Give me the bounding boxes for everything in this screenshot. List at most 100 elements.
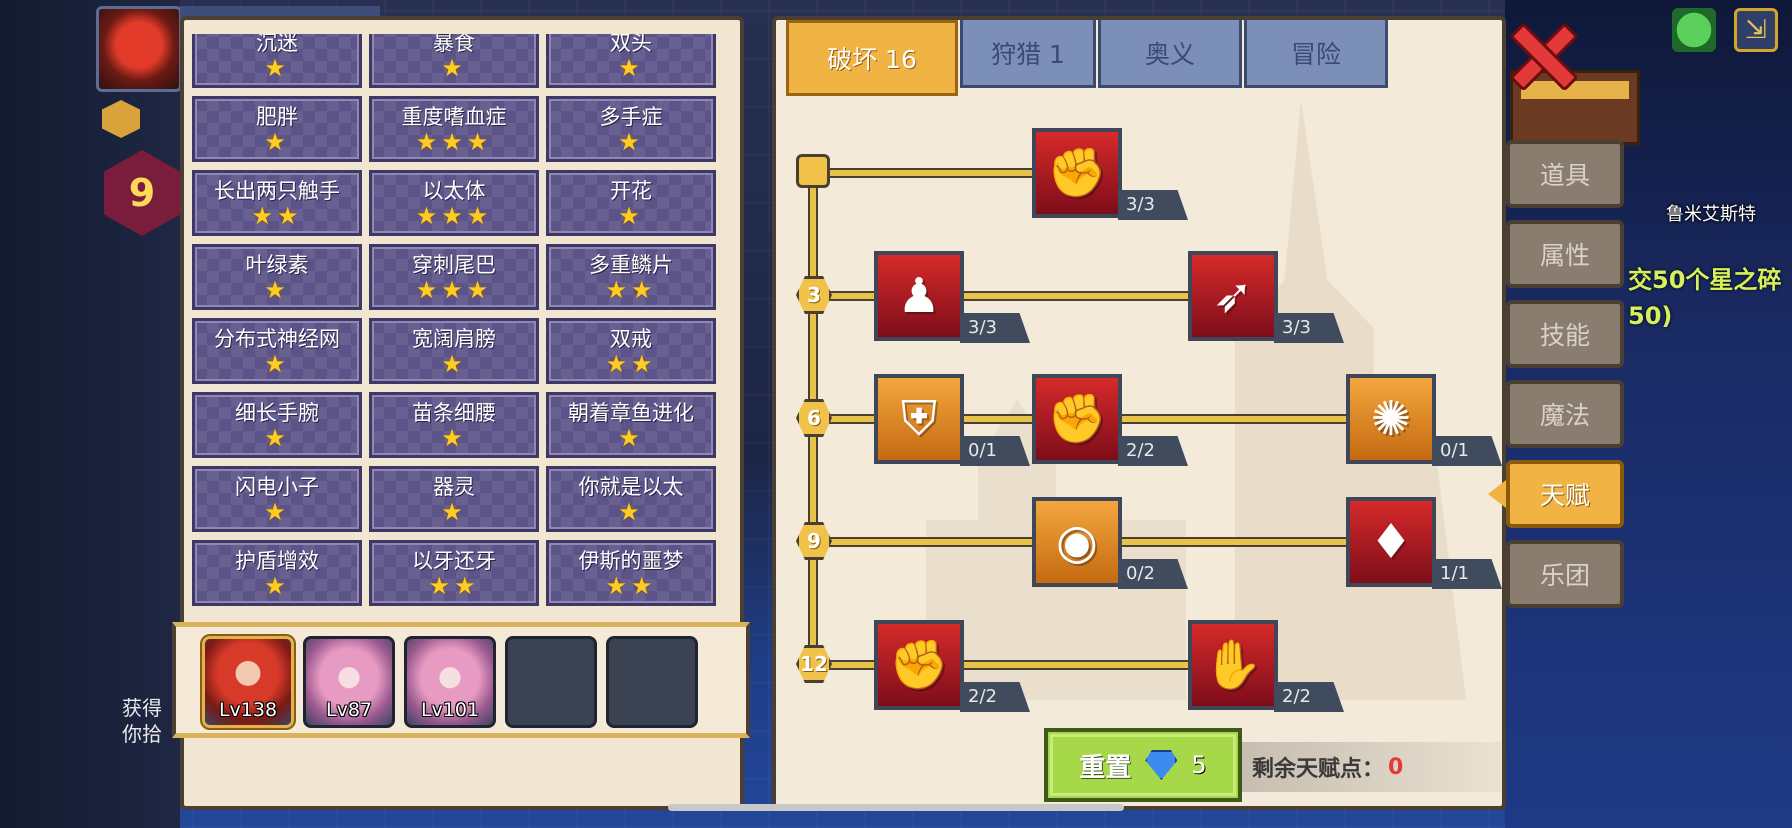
remaining-value: 0 [1388,754,1404,780]
trait-name: 朝着章鱼进化 [568,401,694,425]
trait-card[interactable]: 你就是以太 ★ [546,466,716,532]
star-rating: ★★ [605,572,657,600]
trait-card[interactable]: 长出两只触手 ★★ [192,170,362,236]
party-slot[interactable]: Lv87 [303,636,395,728]
trait-card[interactable]: 分布式神经网 ★ [192,318,362,384]
tab-hunt[interactable]: 狩猎 1 [960,20,1096,88]
talent-panel: 破坏 16 狩猎 1 奥义 冒险 3 6 9 12 ✊ 3/3 ♟ 3/3 ➶ … [772,16,1506,810]
trait-card[interactable]: 重度嗜血症 ★★★ [369,96,539,162]
skill-count: 0/1 [960,436,1030,466]
trait-card[interactable]: 宽阔肩膀 ★ [369,318,539,384]
close-icon[interactable] [1508,22,1570,84]
skill-count: 2/2 [1118,436,1188,466]
globe-icon[interactable] [1672,8,1716,52]
tab-destroy[interactable]: 破坏 16 [786,20,958,96]
trait-name: 多手症 [599,105,663,129]
menu-talent[interactable]: 天赋 [1488,460,1624,528]
menu-band[interactable]: 乐团 [1506,540,1624,608]
quest-line: 交50个星之碎 [1628,266,1782,294]
trait-card[interactable]: 苗条细腰 ★ [369,392,539,458]
pickup-message-line: 你拾 [122,722,162,746]
skill-count: 0/1 [1432,436,1502,466]
punch-icon[interactable]: ✊ [1032,374,1122,464]
party-slot[interactable]: Lv138 [200,634,296,730]
trait-card[interactable]: 多手症 ★ [546,96,716,162]
menu-magic[interactable]: 魔法 [1506,380,1624,448]
tier-node: 3 [796,276,832,314]
party-slot-empty[interactable] [606,636,698,728]
star-rating: ★ [264,276,290,304]
trait-name: 你就是以太 [578,475,684,499]
menu-items[interactable]: 道具 [1506,140,1624,208]
skill-glyph: ✋ [1203,637,1263,693]
skill-glyph: ♦ [1369,514,1413,570]
trait-card[interactable]: 朝着章鱼进化 ★ [546,392,716,458]
menu-attributes[interactable]: 属性 [1506,220,1624,288]
trait-card[interactable]: 以太体 ★★★ [369,170,539,236]
quest-tracker[interactable]: 交50个星之碎 50) [1628,262,1781,334]
reset-button[interactable]: 重置 5 [1044,728,1242,802]
party-slot-empty[interactable] [505,636,597,728]
skill-glyph: ➶ [1212,268,1254,324]
home-indicator[interactable] [668,804,1124,811]
party-slot[interactable]: Lv101 [404,636,496,728]
menu-skills[interactable]: 技能 [1506,300,1624,368]
star-rating: ★ [441,350,467,378]
trait-name: 伊斯的噩梦 [578,549,684,573]
gem-icon [1145,750,1178,780]
tier-node: 9 [796,522,832,560]
gem-cost: 5 [1191,751,1207,779]
trait-card[interactable]: 以牙还牙 ★★ [369,540,539,606]
trait-card[interactable]: 开花 ★ [546,170,716,236]
trait-card[interactable]: 暴食 ★ [369,34,539,88]
exit-icon[interactable]: ⇲ [1734,8,1778,52]
trait-card[interactable]: 细长手腕 ★ [192,392,362,458]
open-palm-icon[interactable]: ✋ [1188,620,1278,710]
traits-scroll-area[interactable]: 沉迷 ★ 暴食 ★ 双头 ★ 肥胖 ★ 重度嗜血症 ★★★ 多手症 ★ 长出两只触手 ★★ 以太体 ★★★ 开花… [192,34,732,624]
trait-name: 以太体 [422,179,486,203]
trait-card[interactable]: 器灵 ★ [369,466,539,532]
skill-glyph: ⛨ [900,391,937,447]
trait-card[interactable]: 肥胖 ★ [192,96,362,162]
fist-icon[interactable]: ✊ [874,620,964,710]
slot-level: Lv87 [325,699,372,721]
trait-card[interactable]: 闪电小子 ★ [192,466,362,532]
skill-glyph: ✺ [1370,391,1412,447]
trait-card[interactable]: 双戒 ★★ [546,318,716,384]
trait-name: 多重鳞片 [589,253,673,277]
trait-card[interactable]: 护盾增效 ★ [192,540,362,606]
skill-glyph: ◉ [1056,514,1098,570]
trait-grid: 沉迷 ★ 暴食 ★ 双头 ★ 肥胖 ★ 重度嗜血症 ★★★ 多手症 ★ 长出两只触手 ★★ 以太体 ★★★ 开花… [192,34,732,606]
remaining-points: 剩余天赋点： 0 [1242,742,1502,792]
trait-card[interactable]: 多重鳞片 ★★ [546,244,716,310]
star-rating: ★ [618,498,644,526]
arm-wrestle-icon[interactable]: ✊ [1032,128,1122,218]
bat-wing-icon[interactable]: ♦ [1346,497,1436,587]
player-avatar[interactable] [96,6,182,92]
trait-name: 器灵 [433,475,475,499]
trait-card[interactable]: 叶绿素 ★ [192,244,362,310]
trait-name: 叶绿素 [245,253,309,277]
tier-node: 12 [796,645,832,683]
tab-adventure[interactable]: 冒险 [1244,20,1388,88]
blood-splash-icon[interactable]: ✺ [1346,374,1436,464]
party-bar: Lv138 Lv87 Lv101 [172,622,750,738]
muscle-body-icon[interactable]: ♟ [874,251,964,341]
trait-name: 分布式神经网 [214,327,340,351]
tier-node: 6 [796,399,832,437]
trait-card[interactable]: 伊斯的噩梦 ★★ [546,540,716,606]
trait-name: 重度嗜血症 [401,105,507,129]
skill-count: 3/3 [960,313,1030,343]
trait-name: 闪电小子 [235,475,319,499]
tab-mystery[interactable]: 奥义 [1098,20,1242,88]
trait-card[interactable]: 穿刺尾巴 ★★★ [369,244,539,310]
arrow-slash-icon[interactable]: ➶ [1188,251,1278,341]
shield-break-icon[interactable]: ⛨ [874,374,964,464]
trait-card[interactable]: 沉迷 ★ [192,34,362,88]
city-label: 鲁米艾斯特 [1666,204,1756,225]
trait-card[interactable]: 双头 ★ [546,34,716,88]
pickup-message: 获得 你拾 [122,695,162,747]
ripple-orb-icon[interactable]: ◉ [1032,497,1122,587]
skill-count: 3/3 [1274,313,1344,343]
star-rating: ★ [618,128,644,156]
